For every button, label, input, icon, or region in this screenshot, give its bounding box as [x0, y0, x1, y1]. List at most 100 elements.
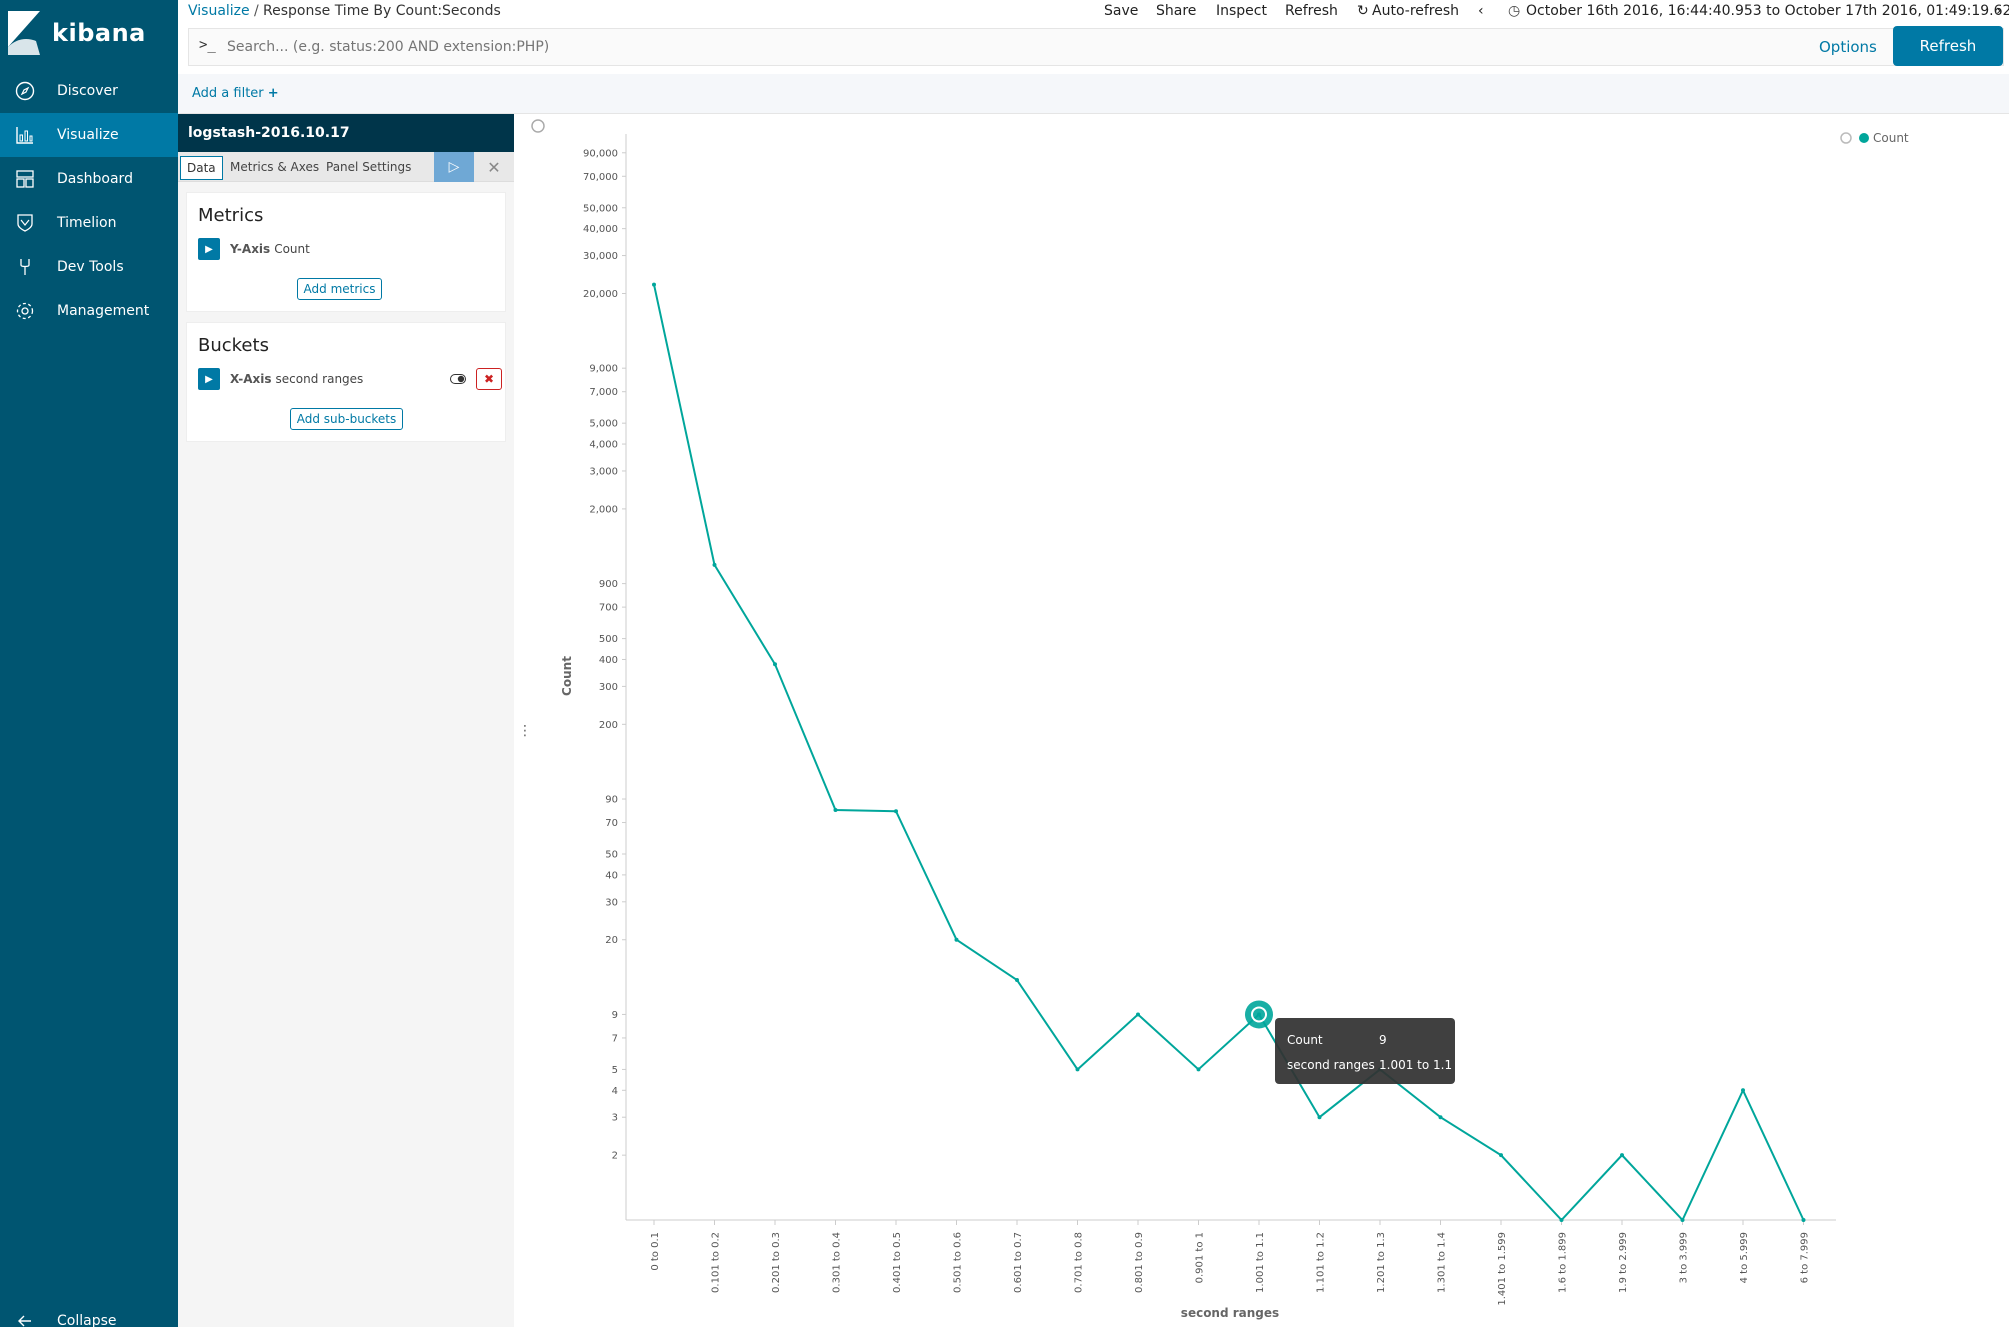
- nav-item-timelion[interactable]: Timelion: [0, 201, 178, 245]
- editor-panel: logstash-2016.10.17 Data Metrics & Axes …: [178, 114, 514, 1327]
- tooltip-row: Count 9: [1287, 1033, 1387, 1047]
- collapse-button[interactable]: Collapse: [0, 1306, 178, 1336]
- y-tick-label: 3,000: [589, 466, 618, 477]
- collapse-sidebar-icon: [531, 119, 545, 133]
- x-tick-label: 0.501 to 0.6: [953, 1232, 964, 1293]
- brand[interactable]: kibana: [8, 10, 146, 56]
- data-point: [1075, 1067, 1080, 1072]
- refresh-cycle-icon: ↻: [1357, 3, 1369, 19]
- time-range-picker[interactable]: October 16th 2016, 16:44:40.953 to Octob…: [1526, 3, 2009, 19]
- y-tick-label: 2: [612, 1151, 618, 1162]
- filter-bar: Add a filter +: [178, 74, 2009, 114]
- y-tick-label: 5,000: [589, 419, 618, 430]
- refresh-action-button[interactable]: Refresh: [1285, 3, 1338, 19]
- y-tick-label: 70: [605, 818, 618, 829]
- data-point: [1680, 1218, 1685, 1222]
- tab-metrics-axes[interactable]: Metrics & Axes: [224, 156, 325, 180]
- y-tick-label: 40: [605, 870, 618, 881]
- refresh-button[interactable]: Refresh: [1893, 26, 2003, 66]
- discard-changes-button[interactable]: ✕: [474, 152, 514, 182]
- y-tick-label: 4,000: [589, 440, 618, 451]
- x-tick-label: 0.701 to 0.8: [1074, 1232, 1085, 1293]
- top-bar: Visualize / Response Time By Count:Secon…: [178, 0, 2009, 24]
- nav-label: Management: [57, 303, 150, 319]
- data-point: [1317, 1115, 1322, 1120]
- metric-agg-row[interactable]: ▶ Y-Axis Count: [198, 238, 498, 260]
- nav-item-visualize[interactable]: Visualize: [0, 113, 178, 157]
- legend-label: Count: [1873, 131, 1909, 145]
- inspect-button[interactable]: Inspect: [1216, 3, 1267, 19]
- y-tick-label: 3: [612, 1113, 618, 1124]
- y-tick-label: 20: [605, 935, 618, 946]
- x-tick-label: 0.901 to 1: [1195, 1232, 1206, 1283]
- tooltip-row: second ranges 1.001 to 1.1: [1287, 1058, 1452, 1072]
- nav-item-dashboard[interactable]: Dashboard: [0, 157, 178, 201]
- nav-label: Dashboard: [57, 171, 133, 187]
- nav-item-management[interactable]: Management: [0, 289, 178, 333]
- y-tick-label: 90: [605, 795, 618, 806]
- x-tick-label: 0.101 to 0.2: [711, 1232, 722, 1293]
- agg-description: second ranges: [275, 372, 364, 386]
- y-tick-label: 200: [599, 720, 618, 731]
- data-point: [1559, 1218, 1564, 1222]
- search-input[interactable]: [227, 33, 1727, 61]
- agg-description: Count: [274, 242, 310, 256]
- y-tick-label: 90,000: [583, 148, 618, 159]
- add-metrics-button[interactable]: Add metrics: [297, 278, 382, 300]
- toggle-icon[interactable]: [448, 370, 468, 388]
- x-tick-label: 0.401 to 0.5: [892, 1232, 903, 1293]
- nav-item-discover[interactable]: Discover: [0, 69, 178, 113]
- share-button[interactable]: Share: [1156, 3, 1196, 19]
- buckets-title: Buckets: [198, 335, 269, 356]
- add-sub-buckets-button[interactable]: Add sub-buckets: [290, 408, 403, 430]
- y-tick-label: 30: [605, 897, 618, 908]
- bucket-agg-row[interactable]: ▶ X-Axis second ranges ✖: [198, 368, 502, 390]
- tab-panel-settings[interactable]: Panel Settings: [320, 156, 417, 180]
- y-tick-label: 900: [599, 579, 618, 590]
- chevron-right-icon[interactable]: ›: [1996, 3, 2002, 19]
- nav-item-dev-tools[interactable]: Dev Tools: [0, 245, 178, 289]
- tooltip-value: 9: [1379, 1033, 1387, 1047]
- y-tick-label: 4: [612, 1086, 618, 1097]
- nav-label: Timelion: [57, 215, 117, 231]
- wrench-icon: [14, 256, 36, 278]
- remove-bucket-button[interactable]: ✖: [476, 368, 502, 390]
- chevron-left-icon[interactable]: ‹: [1478, 3, 1484, 19]
- y-tick-label: 20,000: [583, 289, 618, 300]
- sidebar: kibana Discover Visualize Dashboard Time…: [0, 0, 178, 1329]
- y-tick-label: 50: [605, 850, 618, 861]
- y-tick-label: 40,000: [583, 224, 618, 235]
- data-point: [1741, 1088, 1745, 1093]
- x-tick-label: 4 to 5.999: [1739, 1232, 1750, 1283]
- chevron-right-icon[interactable]: ▶: [198, 238, 220, 260]
- y-axis-title: Count: [560, 656, 574, 696]
- chevron-right-icon[interactable]: ▶: [198, 368, 220, 390]
- x-tick-label: 0.201 to 0.3: [771, 1232, 782, 1293]
- nav-label: Discover: [57, 83, 118, 99]
- close-icon: ✕: [487, 157, 501, 177]
- data-point: [833, 808, 838, 813]
- y-tick-label: 700: [599, 603, 618, 614]
- add-filter-label: Add a filter: [192, 86, 264, 101]
- x-tick-label: 6 to 7.999: [1800, 1232, 1811, 1283]
- series-line-count: [653, 284, 1805, 1222]
- tooltip-key: Count: [1287, 1033, 1323, 1047]
- dashboard-icon: [14, 168, 36, 190]
- add-filter-button[interactable]: Add a filter +: [192, 86, 279, 101]
- options-button[interactable]: Options: [1819, 38, 1877, 56]
- save-button[interactable]: Save: [1104, 3, 1138, 19]
- apply-changes-button[interactable]: ▷: [434, 152, 474, 182]
- x-tick-label: 3 to 3.999: [1679, 1232, 1690, 1283]
- agg-label: Y-Axis: [230, 242, 271, 256]
- x-tick-label: 1.6 to 1.899: [1558, 1232, 1569, 1293]
- auto-refresh-button[interactable]: Auto-refresh: [1372, 3, 1459, 19]
- chart-tooltip: Count 9 second ranges 1.001 to 1.1: [1275, 1018, 1455, 1084]
- breadcrumb-visualize[interactable]: Visualize: [188, 3, 250, 19]
- tab-data[interactable]: Data: [180, 156, 223, 180]
- buckets-card: Buckets ▶ X-Axis second ranges ✖ Add sub…: [186, 322, 506, 442]
- data-point: [1438, 1115, 1443, 1120]
- data-point: [1801, 1218, 1806, 1222]
- bar-chart-icon: [14, 124, 36, 146]
- x-tick-label: 1.301 to 1.4: [1437, 1232, 1448, 1293]
- data-point: [1499, 1153, 1503, 1158]
